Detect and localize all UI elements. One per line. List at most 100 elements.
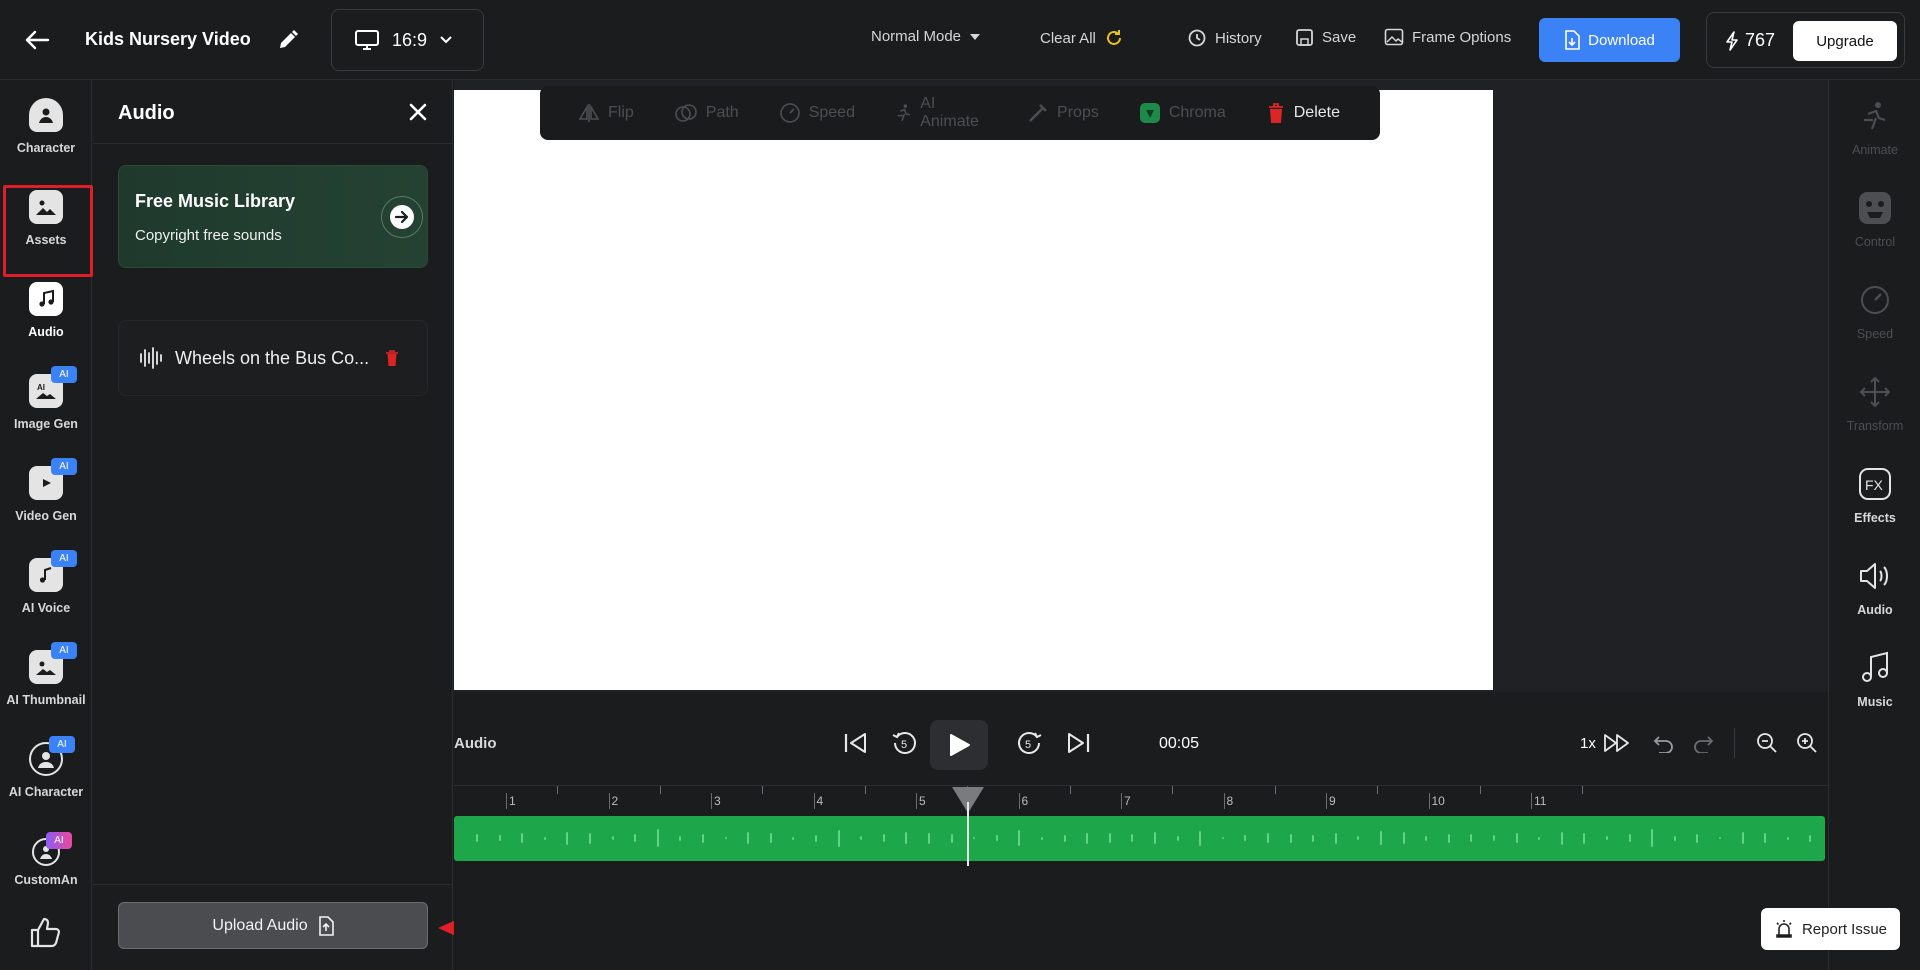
thumbs-up-icon[interactable] (28, 915, 62, 949)
upload-audio-button[interactable]: Upload Audio (118, 902, 428, 949)
waveform-bar (566, 831, 569, 845)
zoom-out-button[interactable] (1752, 728, 1782, 758)
report-issue-label: Report Issue (1801, 920, 1888, 938)
waveform-bar (724, 837, 727, 839)
right-rail-label: Music (1857, 695, 1893, 709)
play-icon (950, 734, 970, 756)
tool-label: Speed (808, 104, 855, 121)
aspect-ratio-select[interactable]: 16:9 (331, 9, 484, 71)
waveform-bar (1357, 836, 1360, 840)
playback-speed[interactable]: 1x (1580, 735, 1596, 752)
ruler-minor-tick (1582, 786, 1584, 794)
audio-panel: Audio Free Music Library Copyright free … (93, 80, 453, 970)
sidebar-item-ai-character[interactable]: AI AI Character (0, 734, 92, 814)
waveform-bar (1628, 834, 1631, 842)
right-rail-label: Animate (1852, 143, 1898, 157)
waveform-bar (995, 835, 998, 841)
right-item-transform[interactable]: Transform (1829, 366, 1920, 446)
audio-list-item[interactable]: Wheels on the Bus Co... (118, 320, 428, 396)
waveform-bar (747, 832, 750, 844)
right-item-audio[interactable]: Audio (1829, 550, 1920, 630)
fast-forward-button[interactable] (1602, 728, 1632, 758)
sidebar-item-image-gen[interactable]: AI AI Image Gen (0, 366, 92, 446)
sidebar-label: Video Gen (15, 509, 77, 523)
fx-icon: FX (1857, 466, 1893, 502)
props-button[interactable]: Props (1027, 102, 1099, 124)
top-bar: Kids Nursery Video 16:9 Normal Mode Clea… (0, 0, 1920, 80)
ruler-tick (1326, 793, 1327, 809)
sidebar-item-video-gen[interactable]: AI Video Gen (0, 458, 92, 538)
edit-pencil-icon[interactable] (276, 28, 300, 52)
chroma-button[interactable]: Chroma (1139, 102, 1226, 124)
report-issue-button[interactable]: Report Issue (1761, 908, 1900, 950)
sidebar-item-custom-animation[interactable]: AI CustomAn (0, 826, 92, 906)
waveform-bar (860, 836, 863, 840)
path-button[interactable]: Path (674, 102, 739, 124)
forward-5-icon: 5 (1018, 732, 1042, 754)
right-item-control[interactable]: Control (1829, 182, 1920, 262)
siren-icon (1776, 920, 1792, 938)
delete-button[interactable]: Delete (1266, 102, 1340, 124)
ai-animate-button[interactable]: AI Animate (895, 95, 987, 131)
download-button[interactable]: Download (1539, 18, 1680, 62)
redo-button[interactable] (1690, 728, 1720, 758)
right-item-music[interactable]: Music (1829, 642, 1920, 722)
ruler-tick-label: 4 (816, 794, 824, 808)
skip-start-button[interactable] (841, 728, 871, 758)
right-item-speed[interactable]: Speed (1829, 274, 1920, 354)
ruler-minor-tick (1377, 786, 1379, 794)
play-button[interactable] (930, 720, 988, 770)
right-item-animate[interactable]: Animate (1829, 90, 1920, 170)
right-rail-label: Transform (1846, 419, 1904, 433)
ai-badge: AI (51, 642, 77, 659)
back-arrow-icon[interactable] (22, 26, 52, 54)
skip-end-button[interactable] (1063, 728, 1093, 758)
aspect-ratio-value: 16:9 (392, 29, 428, 50)
waveform-bar (656, 829, 659, 847)
forward-5-button[interactable]: 5 (1014, 728, 1044, 758)
right-rail-label: Effects (1854, 511, 1896, 525)
right-item-effects[interactable]: FX Effects (1829, 458, 1920, 538)
arrow-right-circle-icon[interactable] (381, 196, 423, 238)
close-icon[interactable] (406, 100, 430, 124)
waveform-bar (1741, 832, 1744, 844)
audio-note-icon (29, 282, 63, 316)
speed-button[interactable]: Speed (779, 102, 855, 124)
path-icon (674, 104, 697, 122)
credits-panel: 767 Upgrade (1706, 12, 1905, 68)
save-icon (1296, 29, 1313, 46)
ruler-minor-tick (1274, 786, 1276, 794)
sidebar-label: CustomAn (14, 873, 78, 887)
sidebar-item-audio[interactable]: Audio (0, 274, 92, 354)
frame-options-button[interactable]: Frame Options (1384, 28, 1511, 46)
sidebar-item-character[interactable]: Character (0, 90, 92, 170)
sidebar-item-ai-voice[interactable]: AI AI Voice (0, 550, 92, 630)
audio-track-clip[interactable] (454, 816, 1825, 861)
waveform-bar (1606, 836, 1608, 840)
divider (1734, 728, 1735, 758)
sidebar-item-ai-thumbnail[interactable]: AI AI Thumbnail (0, 642, 92, 722)
rewind-5-button[interactable]: 5 (890, 728, 920, 758)
upload-audio-label: Upload Audio (212, 916, 308, 934)
upgrade-button[interactable]: Upgrade (1793, 21, 1897, 61)
undo-button[interactable] (1647, 728, 1677, 758)
history-icon (1188, 29, 1206, 47)
mode-select[interactable]: Normal Mode (871, 28, 981, 45)
mode-label: Normal Mode (871, 28, 962, 45)
video-canvas[interactable] (454, 90, 1493, 690)
save-button[interactable]: Save (1295, 28, 1356, 47)
clear-all-button[interactable]: Clear All (1040, 28, 1124, 48)
credits-counter: 767 (1725, 30, 1775, 51)
zoom-in-button[interactable] (1792, 728, 1822, 758)
zoom-in-icon (1797, 733, 1817, 753)
flip-button[interactable]: Flip (578, 103, 634, 123)
trash-icon[interactable] (383, 349, 401, 367)
ruler-minor-tick (864, 786, 866, 794)
history-button[interactable]: History (1187, 28, 1262, 48)
waveform-bar (1334, 832, 1337, 844)
timeline-ruler[interactable]: 1 2 3 4 5 6 7 8 9 10 11 (454, 785, 1828, 809)
free-music-library-card[interactable]: Free Music Library Copyright free sounds (118, 165, 428, 268)
right-rail-label: Speed (1856, 327, 1894, 341)
ruler-tick-label: 5 (919, 794, 926, 808)
waveform-bar (1018, 830, 1021, 846)
